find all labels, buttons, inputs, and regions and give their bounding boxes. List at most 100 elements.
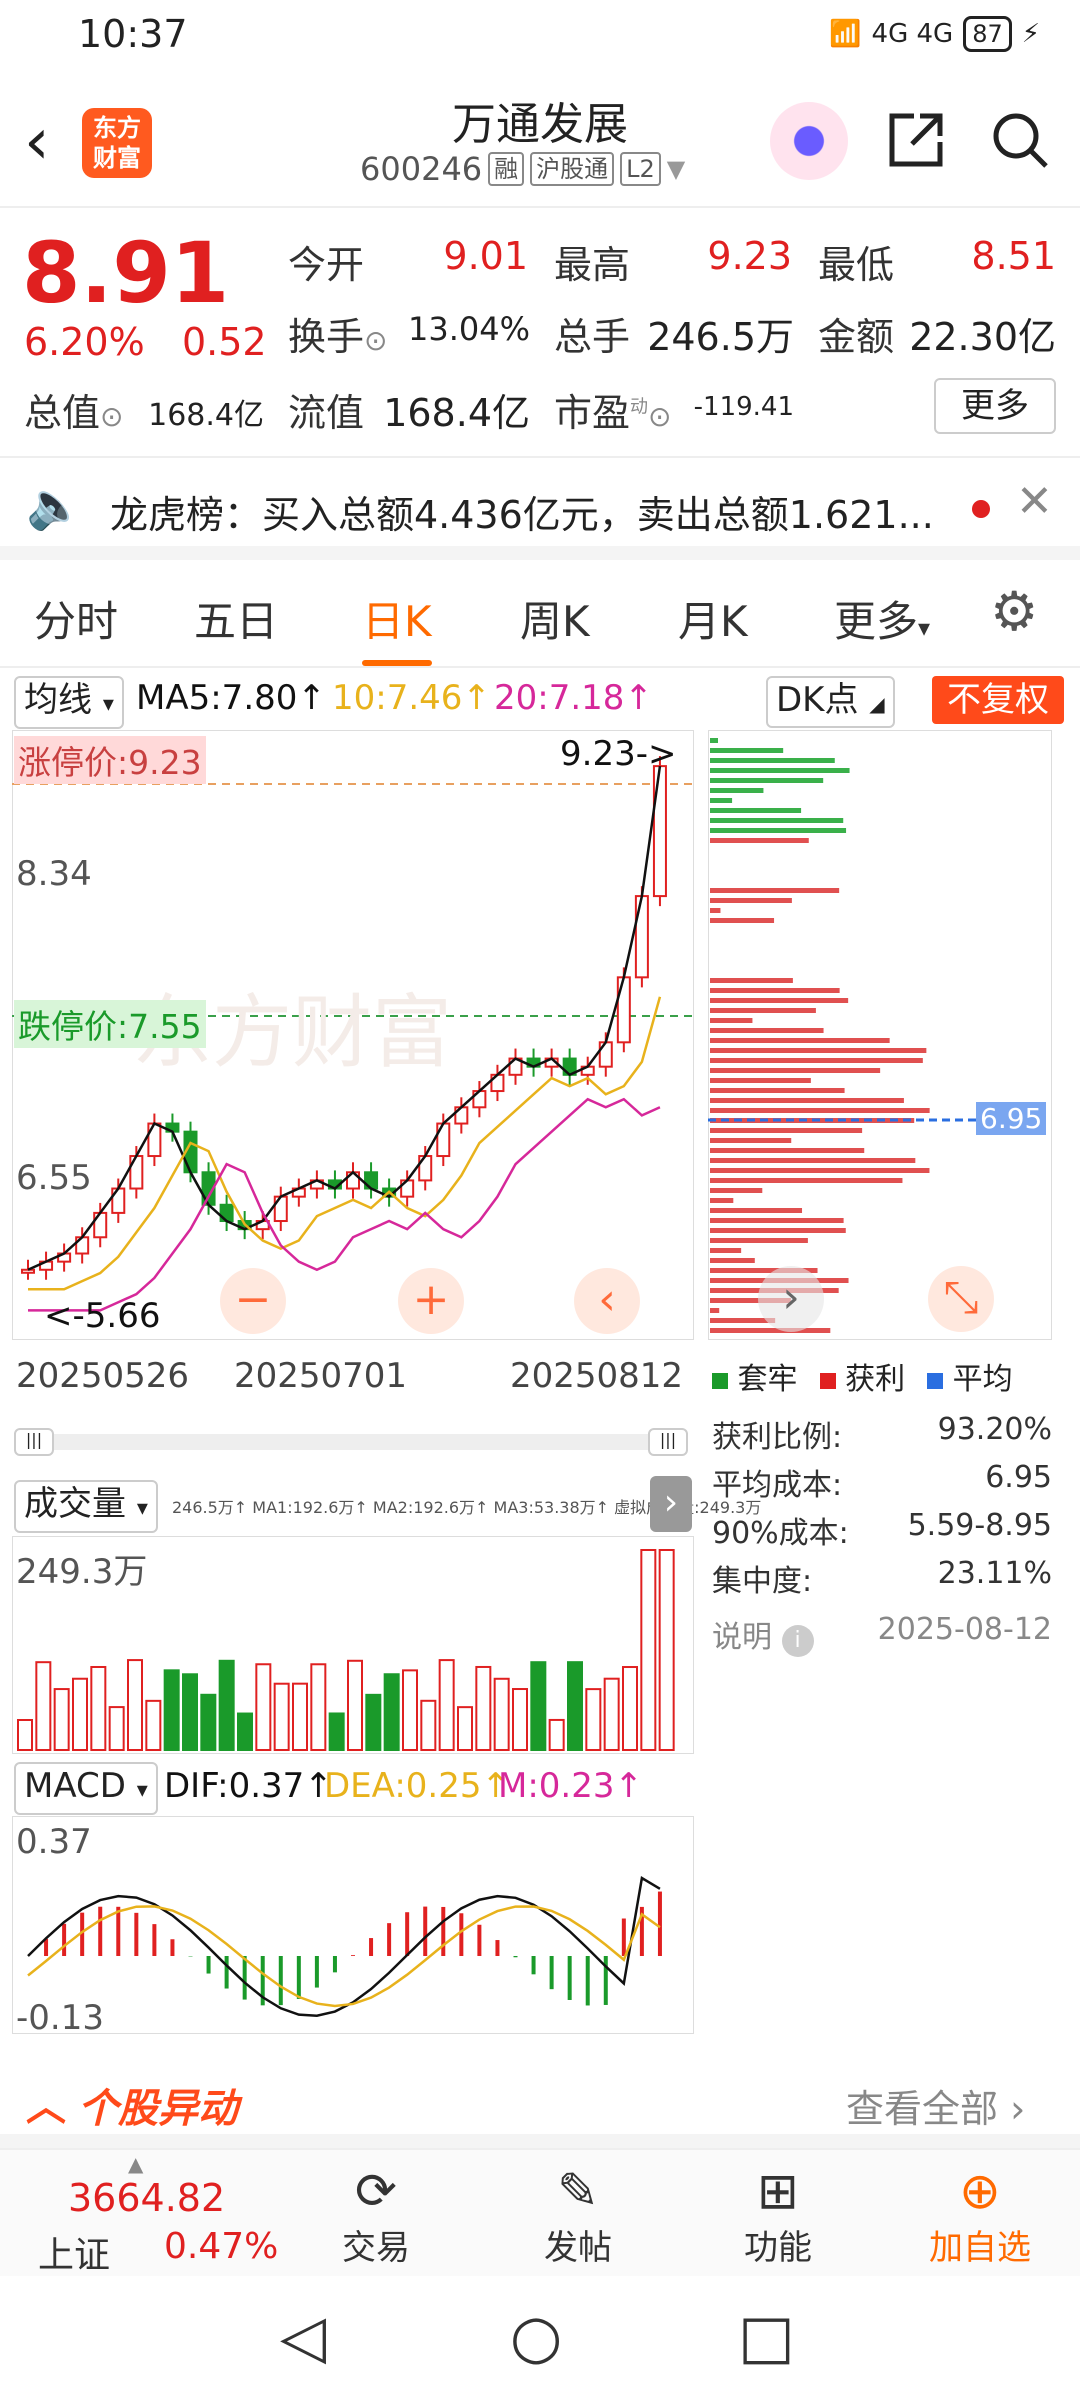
volume-bar xyxy=(90,1665,107,1751)
mcap-label[interactable]: 总值⊙ xyxy=(24,382,123,437)
more-button[interactable]: 更多 xyxy=(934,378,1056,434)
chip-bar xyxy=(710,898,792,903)
date-mid: 20250701 xyxy=(234,1356,408,1396)
chip-bar xyxy=(710,998,849,1003)
volume-bar xyxy=(622,1666,638,1752)
tab-monthly-k[interactable]: 月K xyxy=(678,588,748,649)
chip-bar xyxy=(710,1148,865,1153)
nav-back-icon[interactable]: ◁ xyxy=(280,2302,326,2372)
chip-note-row[interactable]: 说明 i 2025-08-12 xyxy=(712,1612,1052,1657)
status-icons: 📶 4G 4G 87 ⚡ xyxy=(829,16,1040,52)
volume-bar xyxy=(182,1673,198,1752)
pe-label[interactable]: 市盈动⊙ xyxy=(554,382,671,437)
low-value: 8.51 xyxy=(971,234,1056,278)
last-price: 8.91 xyxy=(22,224,230,322)
nav-home-icon[interactable]: ○ xyxy=(510,2302,562,2372)
chip-bar xyxy=(710,1188,763,1193)
chip-bar xyxy=(710,888,840,893)
volume-bar xyxy=(438,1659,455,1751)
volume-bar xyxy=(640,1549,657,1751)
candle xyxy=(652,765,667,898)
tab-weekly-k[interactable]: 周K xyxy=(520,588,590,649)
candle xyxy=(616,976,631,1044)
close-icon[interactable]: ✕ xyxy=(1016,476,1053,527)
macd-bar xyxy=(332,1956,337,1973)
functions-button[interactable]: ⊞ 功能 xyxy=(708,2162,848,2269)
volume-bar xyxy=(457,1706,473,1752)
tag-connect: 沪股通 xyxy=(530,152,615,186)
charging-icon: ⚡ xyxy=(1021,19,1040,49)
nav-recents-icon[interactable]: □ xyxy=(738,2302,795,2372)
volume-y-top: 249.3万 xyxy=(16,1552,148,1592)
tab-more[interactable]: 更多▾ xyxy=(834,588,930,649)
macd-bar xyxy=(44,1938,49,1956)
gear-icon[interactable]: ⚙ xyxy=(990,580,1038,643)
high-marker: 9.23-> xyxy=(560,734,677,774)
grid-icon: ⊞ xyxy=(757,2162,799,2220)
macd-bar xyxy=(621,1918,626,1956)
stock-code-row[interactable]: 600246 融 沪股通 L2 ▼ xyxy=(360,150,685,188)
stock-movement-section[interactable]: ︿ 个股异动 查看全部 › xyxy=(0,2060,1080,2148)
fuquan-button[interactable]: 不复权 xyxy=(932,676,1064,724)
volume-bar xyxy=(53,1688,70,1751)
volume-selector[interactable]: 成交量 ▾ xyxy=(14,1480,158,1533)
view-all-link[interactable]: 查看全部 › xyxy=(846,2078,1025,2133)
range-handle-right[interactable]: ||| xyxy=(648,1428,688,1456)
macd-selector[interactable]: MACD ▾ xyxy=(14,1762,158,1815)
ma-selector[interactable]: 均线 ▾ xyxy=(14,676,124,729)
scroll-left-icon[interactable]: ‹ xyxy=(574,1268,640,1334)
chip-bar xyxy=(710,828,847,833)
assistant-avatar-icon[interactable] xyxy=(770,102,848,180)
macd-dif: DIF:0.37↑ xyxy=(164,1766,333,1806)
high-value: 9.23 xyxy=(707,234,792,278)
macd-bar xyxy=(405,1912,410,1956)
range-handle-left[interactable]: ||| xyxy=(14,1428,54,1456)
tab-five-day[interactable]: 五日 xyxy=(194,588,278,649)
dragon-tiger-banner[interactable]: 🔈 龙虎榜：买入总额4.436亿元，卖出总额1.621... ✕ xyxy=(0,458,1080,560)
expand-arrow-icon[interactable]: › xyxy=(650,1476,692,1532)
turnover-label[interactable]: 换手⊙ xyxy=(288,306,387,361)
tag-margin: 融 xyxy=(488,152,525,186)
search-icon[interactable] xyxy=(984,108,1056,180)
chip-bar xyxy=(710,1198,734,1203)
volume-bar xyxy=(145,1699,162,1751)
chart-tabs: 分时 五日 日K 周K 月K 更多▾ ⚙ xyxy=(0,560,1080,668)
macd-bar xyxy=(423,1906,428,1956)
macd-chart[interactable] xyxy=(12,1816,694,2034)
change-percent: 6.20% xyxy=(24,320,145,364)
volume-bar xyxy=(475,1665,492,1751)
dk-selector[interactable]: DK点 ◢ xyxy=(766,676,895,728)
index-value: 3664.82 xyxy=(68,2176,226,2220)
chevron-up-icon[interactable]: ︿ xyxy=(26,2074,66,2132)
candle xyxy=(129,1155,144,1190)
chip-bar xyxy=(710,1098,904,1103)
zoom-out-icon[interactable]: − xyxy=(220,1268,286,1334)
chip-bar xyxy=(710,818,844,823)
add-watchlist-button[interactable]: ⊕ 加自选 xyxy=(910,2162,1050,2269)
limit-down-label: 跌停价:7.55 xyxy=(14,1000,206,1048)
macd-bar xyxy=(531,1956,536,1975)
dropdown-icon[interactable]: ▼ xyxy=(667,155,685,183)
chip-distribution[interactable] xyxy=(708,730,1052,1340)
pe-value: -119.41 xyxy=(693,392,794,422)
range-scrollbar[interactable]: ||| ||| xyxy=(14,1428,688,1456)
float-value: 168.4亿 xyxy=(383,391,530,435)
chip-bar xyxy=(710,978,793,983)
zoom-in-icon[interactable]: + xyxy=(398,1268,464,1334)
macd-bar xyxy=(549,1956,554,1990)
macd-bar xyxy=(98,1906,103,1956)
info-icon[interactable]: i xyxy=(781,1625,814,1657)
volume-bar xyxy=(127,1659,143,1751)
macd-bar xyxy=(369,1938,374,1956)
expand-icon[interactable]: ⤡ xyxy=(928,1266,994,1332)
post-button[interactable]: ✎ 发帖 xyxy=(508,2162,648,2269)
index-ticker[interactable]: ▲ 3664.82 上证 0.47% xyxy=(0,2150,278,2278)
volume-bar xyxy=(512,1688,528,1751)
share-icon[interactable] xyxy=(880,108,952,180)
trade-button[interactable]: ⟳ 交易 xyxy=(306,2162,446,2269)
tab-intraday[interactable]: 分时 xyxy=(34,588,118,649)
volume-bar xyxy=(493,1677,510,1752)
date-end: 20250812 xyxy=(510,1356,684,1396)
tab-daily-k[interactable]: 日K xyxy=(362,588,432,649)
chip-next-icon[interactable]: › xyxy=(758,1266,824,1332)
